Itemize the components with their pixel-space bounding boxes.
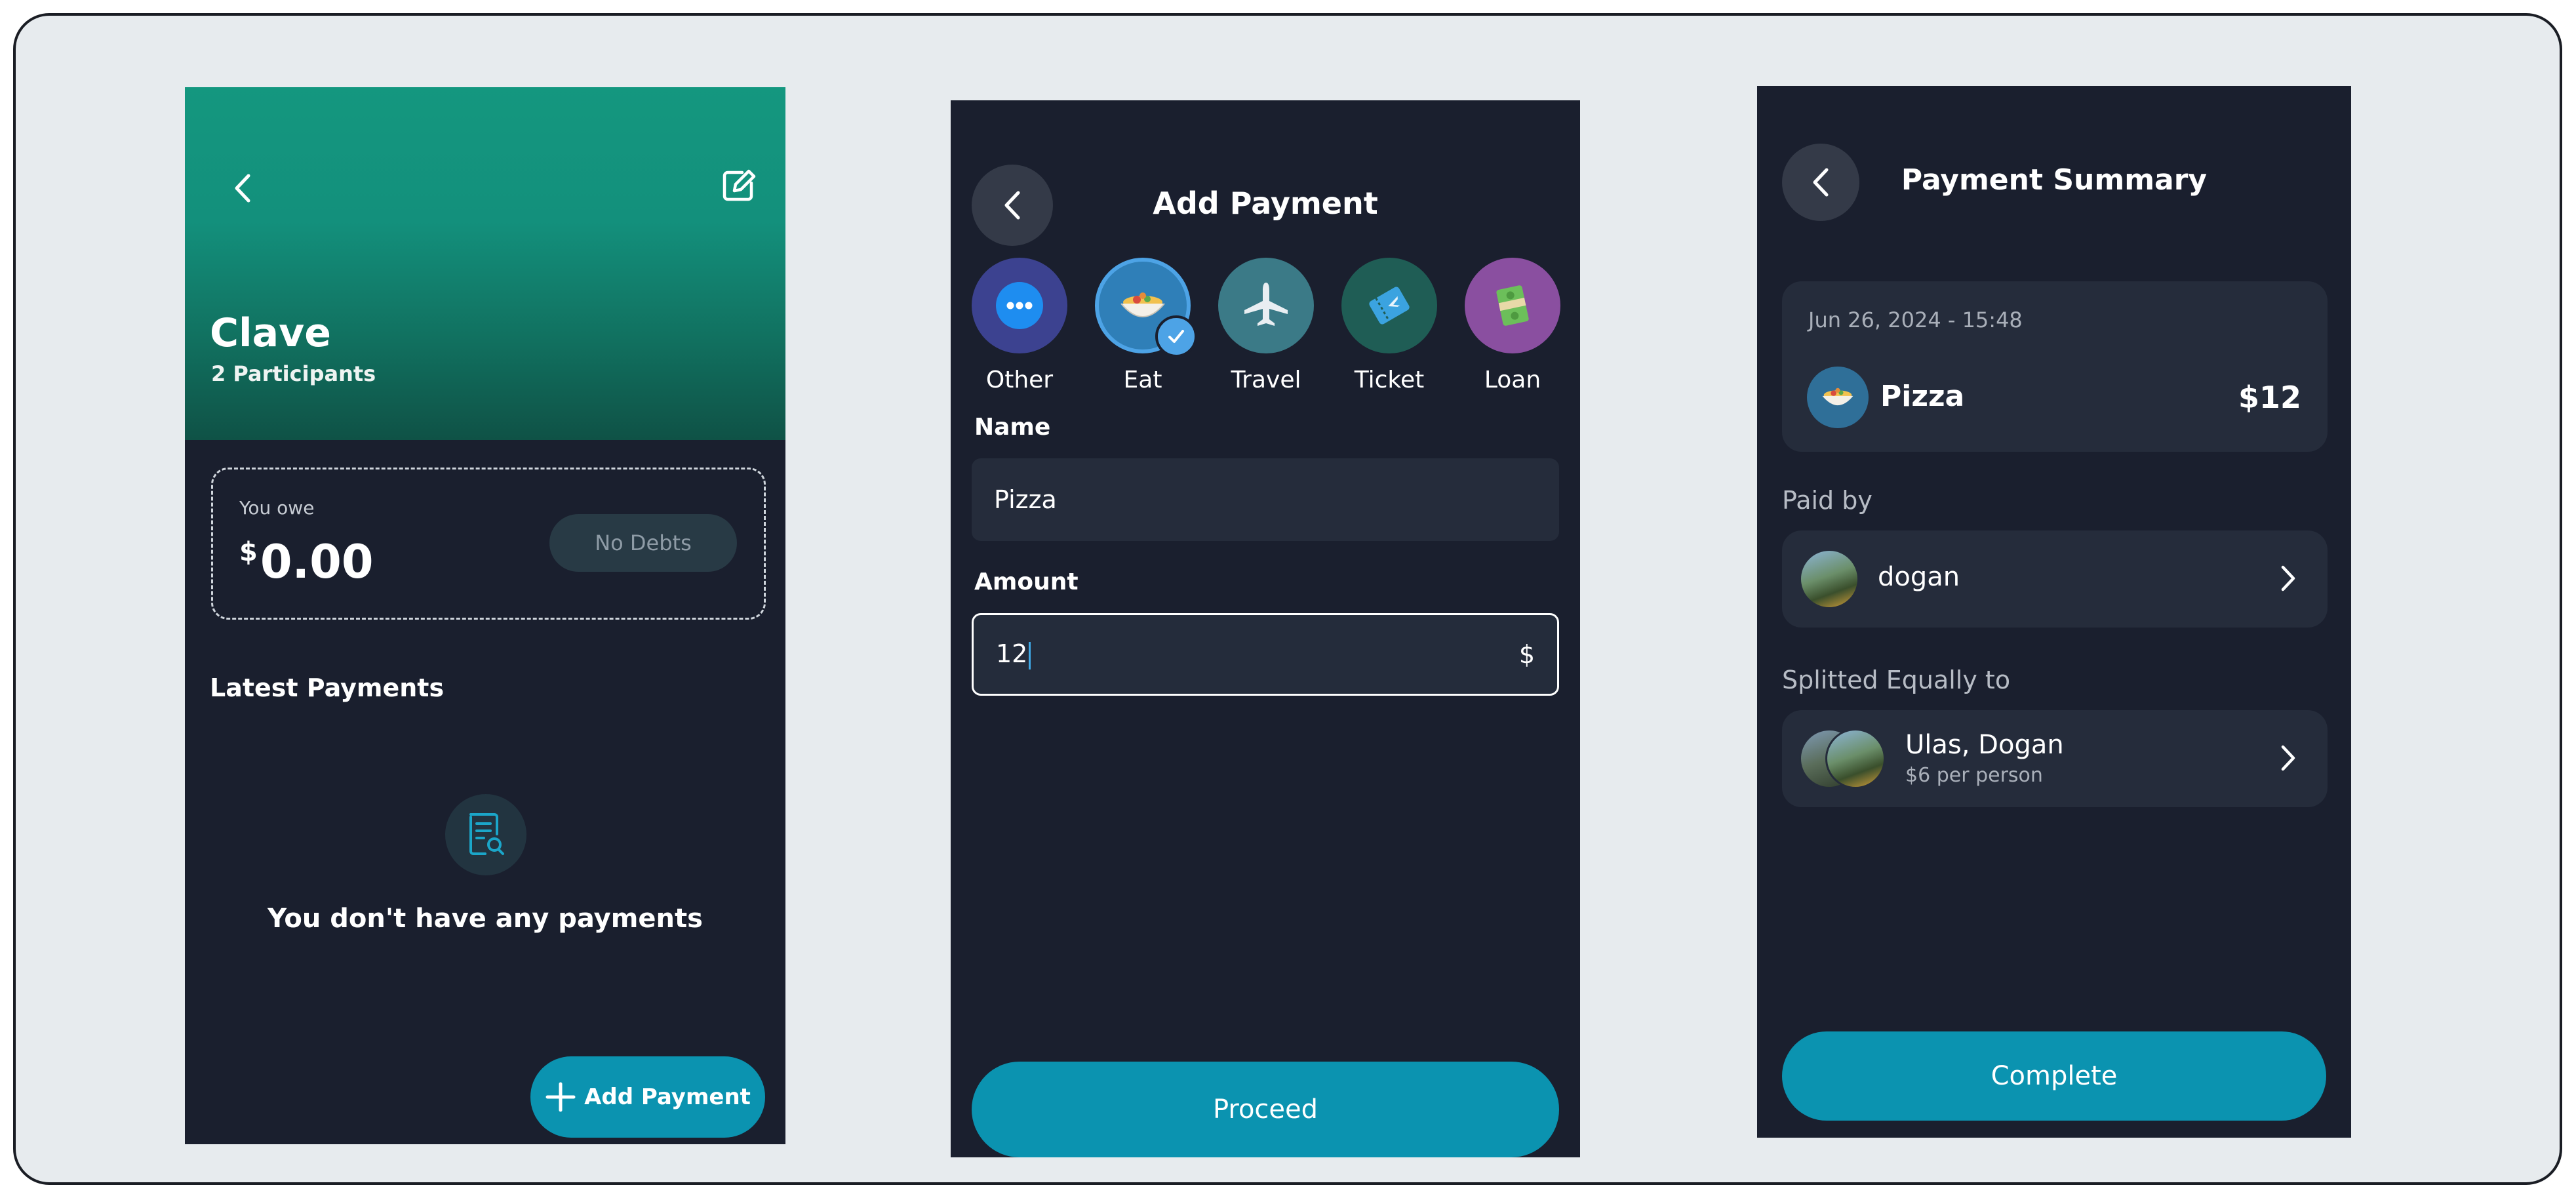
participant-avatar-dogan: [1825, 729, 1886, 789]
payment-date: Jun 26, 2024 - 15:48: [1808, 308, 2023, 332]
add-payment-screen: Add Payment Other Eat Travel Ticket Loan…: [951, 100, 1580, 1157]
latest-payments-heading: Latest Payments: [210, 673, 445, 702]
payment-amount: $12: [2238, 380, 2301, 415]
split-row[interactable]: Ulas, Dogan $6 per person: [1782, 710, 2328, 807]
category-eat[interactable]: Eat: [1094, 258, 1197, 393]
group-name: Clave: [210, 310, 331, 356]
category-loan-label: Loan: [1484, 367, 1541, 393]
name-field[interactable]: Pizza: [972, 458, 1559, 541]
amount-currency: $: [1518, 640, 1535, 669]
add-payment-label: Add Payment: [584, 1084, 751, 1110]
owe-amount: $0.00: [239, 535, 374, 589]
plus-icon: [545, 1082, 576, 1112]
edit-button[interactable]: [715, 162, 762, 209]
paid-by-row[interactable]: dogan: [1782, 530, 2328, 628]
selected-check-badge: [1155, 315, 1197, 357]
payment-name: Pizza: [1880, 380, 1965, 413]
receipt-search-icon: [469, 813, 504, 855]
split-detail: $6 per person: [1905, 764, 2043, 787]
showcase-frame: Clave 2 Participants You owe $0.00 No De…: [13, 13, 2562, 1185]
ellipsis-icon: [996, 282, 1043, 329]
page-title: Add Payment: [1153, 186, 1378, 221]
owe-amount-value: 0.00: [260, 535, 374, 589]
category-loan[interactable]: Loan: [1463, 258, 1562, 393]
payment-category-avatar: [1807, 367, 1869, 428]
name-label: Name: [974, 414, 1051, 441]
back-button[interactable]: [219, 165, 266, 212]
participants-count: 2 Participants: [211, 361, 376, 386]
category-travel-circle: [1218, 258, 1314, 353]
you-owe-label: You owe: [239, 497, 315, 519]
chevron-right-icon: [2281, 565, 2295, 591]
ticket-icon: [1369, 287, 1410, 325]
category-eat-label: Eat: [1123, 367, 1162, 393]
food-bowl-icon: [1822, 388, 1853, 406]
amount-field[interactable]: 12 $: [972, 613, 1559, 696]
category-other-circle: [972, 258, 1067, 353]
page-title: Payment Summary: [1901, 163, 2208, 197]
complete-button[interactable]: Complete: [1782, 1031, 2326, 1121]
money-icon: [1496, 285, 1529, 326]
category-loan-circle: [1465, 258, 1560, 353]
currency-symbol: $: [239, 537, 258, 567]
add-payment-button[interactable]: Add Payment: [530, 1056, 765, 1138]
payment-summary-screen: Payment Summary Jun 26, 2024 - 15:48 Piz…: [1757, 86, 2351, 1138]
category-eat-circle: [1095, 258, 1197, 357]
chevron-left-icon: [235, 174, 250, 203]
airplane-icon: [1244, 283, 1288, 326]
empty-payments-message: You don't have any payments: [268, 904, 703, 934]
category-ticket[interactable]: Ticket: [1340, 258, 1438, 393]
text-caret: [1029, 641, 1031, 669]
name-value: Pizza: [994, 485, 1057, 514]
category-travel-label: Travel: [1231, 367, 1301, 393]
category-other[interactable]: Other: [970, 258, 1069, 393]
amount-value: 12: [996, 639, 1028, 669]
category-other-label: Other: [985, 367, 1054, 393]
payer-name: dogan: [1878, 562, 1960, 592]
proceed-button[interactable]: Proceed: [972, 1062, 1559, 1157]
no-debts-badge: No Debts: [549, 514, 737, 572]
category-ticket-circle: [1341, 258, 1437, 353]
split-names: Ulas, Dogan: [1905, 730, 2064, 760]
empty-receipt-icon-wrap: [445, 794, 526, 875]
paid-by-label: Paid by: [1782, 486, 1873, 515]
checkmark-icon: [1168, 330, 1184, 343]
payer-avatar: [1799, 549, 1859, 609]
group-screen: Clave 2 Participants You owe $0.00 No De…: [185, 87, 785, 1144]
category-ticket-label: Ticket: [1354, 367, 1425, 393]
chevron-right-icon: [2281, 745, 2295, 771]
category-travel[interactable]: Travel: [1217, 258, 1315, 393]
split-label: Splitted Equally to: [1782, 666, 2011, 694]
edit-icon: [723, 169, 756, 201]
amount-input-text: 12: [996, 639, 1031, 669]
group-header: Clave 2 Participants: [185, 87, 785, 440]
balance-card: You owe $0.00 No Debts: [211, 468, 766, 620]
amount-label: Amount: [974, 569, 1079, 595]
payment-card: Jun 26, 2024 - 15:48 Pizza $12: [1782, 281, 2328, 452]
